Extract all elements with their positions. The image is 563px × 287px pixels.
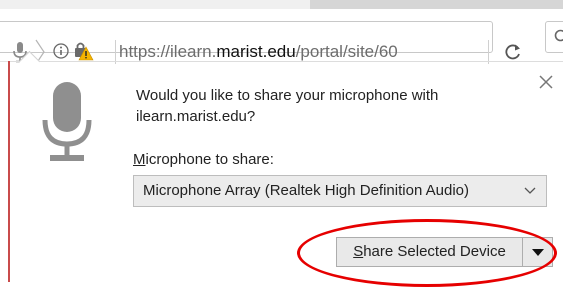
access-key-s: S xyxy=(353,243,363,260)
button-label-rest: hare Selected Device xyxy=(363,243,506,260)
share-selected-device-button[interactable]: Share Selected Device xyxy=(337,238,523,266)
tab-strip xyxy=(0,0,563,9)
share-split-button: Share Selected Device xyxy=(336,237,553,267)
label-rest: icrophone to share: xyxy=(146,151,274,168)
navigation-toolbar: https://ilearn.marist.edu/portal/site/60 xyxy=(0,9,563,62)
selected-device: Microphone Array (Realtek High Definitio… xyxy=(143,182,469,199)
microphone-select-label: Microphone to share: xyxy=(133,151,274,168)
panel-top-border xyxy=(8,61,563,62)
chevron-down-icon xyxy=(524,186,536,196)
search-box[interactable] xyxy=(545,21,563,53)
access-key-m: M xyxy=(133,151,146,168)
permission-question: Would you like to share your microphone … xyxy=(136,85,496,127)
url-path: /portal/site/60 xyxy=(296,42,398,61)
search-icon xyxy=(554,29,563,45)
lock-warning-icon[interactable] xyxy=(74,41,94,61)
microphone-select[interactable]: Microphone Array (Realtek High Definitio… xyxy=(133,175,547,207)
page-left-border xyxy=(8,61,10,282)
url-prefix: https://ilearn. xyxy=(119,42,216,61)
microphone-large-icon xyxy=(42,82,92,164)
dropdown-arrow-icon[interactable] xyxy=(523,238,552,266)
close-icon[interactable] xyxy=(538,74,554,90)
reload-icon[interactable] xyxy=(504,43,522,61)
url-bar[interactable]: https://ilearn.marist.edu/portal/site/60 xyxy=(0,21,493,53)
url-text[interactable]: https://ilearn.marist.edu/portal/site/60 xyxy=(119,42,480,62)
url-domain: marist.edu xyxy=(216,42,295,61)
info-icon[interactable] xyxy=(53,43,69,59)
